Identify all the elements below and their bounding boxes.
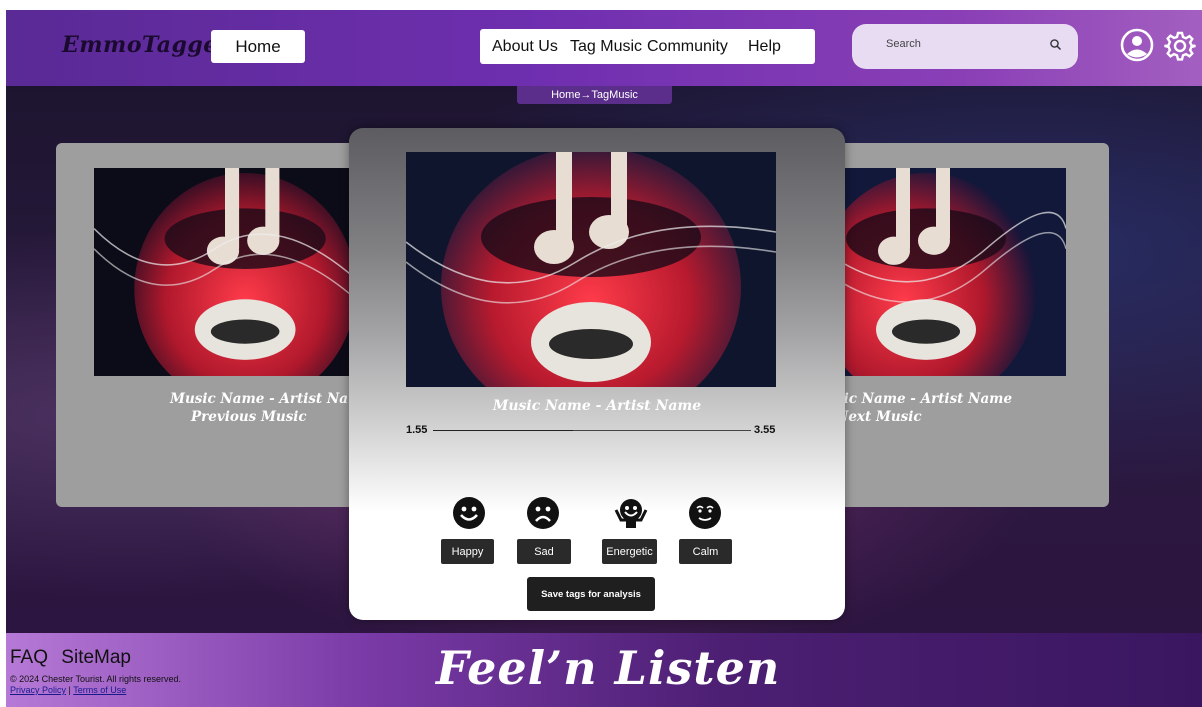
brand-logo: Feel’n Listen	[436, 641, 781, 695]
search-input[interactable]	[886, 38, 1036, 50]
calm-tag-button[interactable]: Calm	[679, 539, 732, 564]
next-music-card[interactable]: sic Name - Artist Name Next Music	[836, 143, 1109, 507]
nav-help[interactable]: Help	[748, 38, 781, 56]
header: EmmoTagger Home About Us Tag Music Commu…	[6, 10, 1202, 86]
tag-music-stage: Home→TagMusic Music Name - Artist Name P…	[6, 86, 1202, 633]
progress-bar[interactable]	[433, 430, 751, 431]
current-time: 1.55	[406, 424, 428, 436]
footer-links: FAQ SiteMap	[10, 647, 139, 669]
energetic-face-icon[interactable]	[601, 496, 661, 535]
album-art	[94, 168, 356, 376]
now-playing-card: Music Name - Artist Name 1.55 3.55 Happy…	[349, 128, 845, 620]
now-playing-title: Music Name - Artist Name	[492, 398, 702, 414]
album-art	[406, 152, 776, 387]
calm-face-icon[interactable]	[675, 496, 735, 535]
sad-face-icon[interactable]	[513, 496, 573, 535]
footer: FAQ SiteMap © 2024 Chester Tourist. All …	[6, 633, 1202, 707]
album-art	[836, 168, 1066, 376]
terms-of-use-link[interactable]: Terms of Use	[73, 685, 126, 695]
next-music-label: Next Music	[836, 409, 922, 425]
nav-about-us[interactable]: About Us	[492, 38, 558, 56]
happy-tag-button[interactable]: Happy	[441, 539, 494, 564]
nav-community[interactable]: Community	[647, 38, 728, 56]
search-box	[852, 24, 1078, 69]
save-tags-button[interactable]: Save tags for analysis	[527, 577, 655, 611]
legal-links: Privacy Policy | Terms of Use	[10, 685, 126, 695]
search-icon[interactable]	[1048, 37, 1064, 53]
faq-link[interactable]: FAQ	[10, 647, 48, 668]
gear-icon[interactable]	[1164, 30, 1196, 62]
next-music-title: sic Name - Artist Name	[836, 391, 1013, 407]
total-time: 3.55	[754, 424, 776, 436]
nav-menu: About Us Tag Music Community Help	[480, 29, 815, 64]
logo[interactable]: EmmoTagger	[62, 32, 230, 58]
breadcrumb: Home→TagMusic	[517, 86, 672, 104]
energetic-tag-button[interactable]: Energetic	[602, 539, 657, 564]
progress-fill	[433, 430, 573, 431]
previous-music-label: Previous Music	[191, 409, 307, 425]
previous-music-card[interactable]: Music Name - Artist Name Previous Music	[56, 143, 371, 507]
happy-face-icon[interactable]	[439, 496, 499, 535]
copyright-text: © 2024 Chester Tourist. All rights reser…	[10, 674, 182, 684]
previous-music-title: Music Name - Artist Name	[170, 391, 371, 407]
privacy-policy-link[interactable]: Privacy Policy	[10, 685, 66, 695]
sitemap-link[interactable]: SiteMap	[61, 647, 131, 668]
home-button[interactable]: Home	[211, 30, 305, 63]
nav-tag-music[interactable]: Tag Music	[570, 38, 642, 56]
sad-tag-button[interactable]: Sad	[517, 539, 571, 564]
user-icon[interactable]	[1120, 28, 1154, 62]
